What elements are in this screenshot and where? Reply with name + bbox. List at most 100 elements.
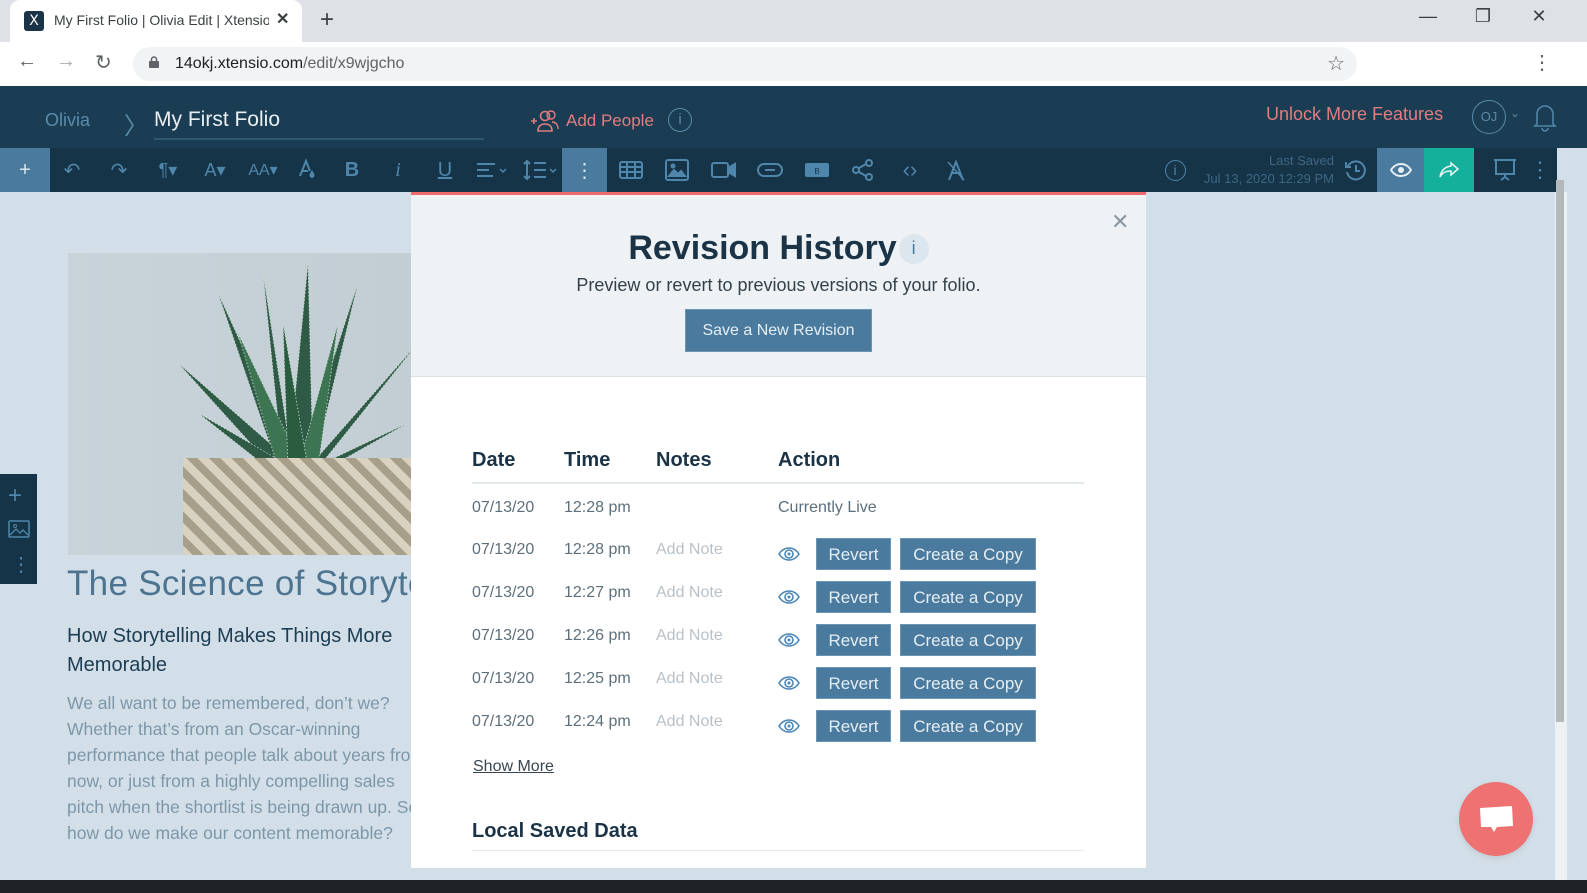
- local-saved-data-heading: Local Saved Data: [472, 820, 638, 842]
- preview-eye-icon[interactable]: [778, 716, 800, 736]
- url-input[interactable]: 14okj.xtensio.com/edit/x9wjgcho ☆: [133, 47, 1357, 81]
- info-icon[interactable]: i: [898, 234, 929, 264]
- more-options-button[interactable]: ⋮: [562, 148, 607, 192]
- revert-button[interactable]: Revert: [816, 624, 891, 656]
- preview-eye-icon[interactable]: [778, 630, 800, 650]
- add-section-icon[interactable]: +: [8, 482, 22, 510]
- revision-history-button[interactable]: [1336, 148, 1376, 192]
- modal-description: Preview or revert to previous versions o…: [576, 275, 981, 295]
- revert-button[interactable]: Revert: [816, 538, 891, 570]
- embed-code-button[interactable]: ‹›: [890, 148, 930, 192]
- preview-eye-icon[interactable]: [778, 587, 800, 607]
- create-copy-button[interactable]: Create a Copy: [900, 538, 1036, 570]
- underline-button[interactable]: U: [425, 148, 465, 192]
- add-note-input[interactable]: Add Note: [656, 541, 723, 559]
- create-copy-button[interactable]: Create a Copy: [900, 667, 1036, 699]
- save-new-revision-button[interactable]: Save a New Revision: [685, 309, 872, 352]
- add-note-input[interactable]: Add Note: [656, 627, 723, 645]
- table-row: 07/13/20 12:27 pm Add Note Revert Create…: [472, 581, 1084, 621]
- insert-table-button[interactable]: [611, 148, 651, 192]
- line-spacing-dropdown[interactable]: [518, 148, 562, 192]
- breadcrumb-user[interactable]: Olivia: [45, 110, 90, 131]
- toolbar-overflow-button[interactable]: ⋮: [1520, 148, 1560, 192]
- minimize-window-button[interactable]: —: [1408, 6, 1448, 27]
- share-nodes-icon: [852, 159, 873, 181]
- modal-header: ✕ Revision History i Preview or revert to…: [411, 195, 1146, 377]
- preview-eye-icon[interactable]: [778, 673, 800, 693]
- redo-button[interactable]: ↷: [99, 148, 139, 192]
- row-date: 07/13/20: [472, 584, 535, 601]
- insert-image-button[interactable]: [657, 148, 697, 192]
- revert-button[interactable]: Revert: [816, 581, 891, 613]
- article-subtitle[interactable]: How Storytelling Makes Things More Memor…: [67, 622, 417, 680]
- user-avatar[interactable]: OJ: [1472, 100, 1506, 134]
- toolbar-info-button[interactable]: i: [1155, 148, 1195, 192]
- close-window-button[interactable]: ✕: [1519, 6, 1559, 27]
- page-scrollbar-thumb[interactable]: [1556, 180, 1564, 722]
- add-note-input[interactable]: Add Note: [656, 670, 723, 688]
- create-copy-button[interactable]: Create a Copy: [900, 581, 1036, 613]
- show-more-link[interactable]: Show More: [473, 758, 554, 776]
- unlock-features-link[interactable]: Unlock More Features: [1266, 104, 1443, 125]
- reload-button[interactable]: ↻: [95, 50, 112, 75]
- chat-widget-button[interactable]: [1459, 782, 1533, 856]
- undo-button[interactable]: ↶: [52, 148, 92, 192]
- create-copy-button[interactable]: Create a Copy: [900, 624, 1036, 656]
- tab-title: My First Folio | Olivia Edit | Xtensio: [54, 12, 269, 28]
- share-arrow-icon: [1439, 161, 1460, 178]
- revert-button[interactable]: Revert: [816, 667, 891, 699]
- add-note-input[interactable]: Add Note: [656, 713, 723, 731]
- table-row: 07/13/20 12:26 pm Add Note Revert Create…: [472, 624, 1084, 664]
- notification-bell-icon[interactable]: [1533, 102, 1557, 132]
- browser-tab[interactable]: X My First Folio | Olivia Edit | Xtensio…: [10, 0, 302, 42]
- italic-button[interactable]: i: [378, 148, 418, 192]
- browser-menu-icon[interactable]: ⋮: [1532, 50, 1552, 75]
- back-button[interactable]: ←: [17, 50, 37, 73]
- folio-title-input[interactable]: My First Folio: [154, 108, 484, 140]
- insert-video-button[interactable]: [704, 148, 744, 192]
- table-row: 07/13/20 12:24 pm Add Note Revert Create…: [472, 710, 1084, 750]
- chevron-down-icon[interactable]: ⌄: [1510, 106, 1520, 120]
- new-tab-button[interactable]: +: [320, 6, 334, 34]
- share-button[interactable]: [843, 148, 883, 192]
- text-color-button[interactable]: [287, 148, 327, 192]
- text-color-icon: [299, 158, 315, 179]
- app-header: Olivia 〉 My First Folio Add People i Unl…: [0, 86, 1587, 148]
- restore-window-button[interactable]: ❐: [1463, 6, 1503, 27]
- article-body[interactable]: We all want to be remembered, don’t we? …: [67, 690, 427, 846]
- paragraph-style-dropdown[interactable]: ¶▾: [148, 148, 188, 192]
- revert-button[interactable]: Revert: [816, 710, 891, 742]
- image-icon[interactable]: [8, 520, 30, 538]
- share-folio-button[interactable]: [1424, 148, 1474, 192]
- font-dropdown[interactable]: A▾: [195, 148, 235, 192]
- insert-link-button[interactable]: [750, 148, 790, 192]
- bookmark-star-icon[interactable]: ☆: [1327, 51, 1345, 76]
- more-options-icon[interactable]: ⋮: [11, 552, 31, 577]
- image-icon: [665, 159, 689, 181]
- clear-formatting-button[interactable]: [936, 148, 976, 192]
- currently-live-status: Currently Live: [778, 499, 877, 516]
- add-people-button[interactable]: Add People: [530, 109, 654, 133]
- add-note-input[interactable]: Add Note: [656, 584, 723, 602]
- button-block-icon: B: [805, 163, 829, 177]
- forward-button[interactable]: →: [56, 50, 76, 73]
- bold-button[interactable]: B: [332, 148, 372, 192]
- align-dropdown[interactable]: [470, 148, 514, 192]
- column-header-time: Time: [564, 449, 611, 471]
- close-tab-icon[interactable]: ✕: [276, 9, 289, 29]
- row-date: 07/13/20: [472, 499, 535, 516]
- insert-button-block[interactable]: B: [797, 148, 837, 192]
- breadcrumb-chevron-icon: 〉: [124, 113, 148, 140]
- side-dock: + ⋮: [0, 474, 37, 584]
- succulent-hero-image: [68, 253, 413, 555]
- add-block-button[interactable]: +: [0, 148, 50, 192]
- row-time: 12:27 pm: [564, 584, 631, 601]
- preview-eye-icon[interactable]: [778, 544, 800, 564]
- row-time: 12:28 pm: [564, 541, 631, 558]
- present-button[interactable]: [1485, 148, 1525, 192]
- preview-button[interactable]: [1377, 148, 1424, 192]
- info-icon[interactable]: i: [668, 108, 692, 132]
- create-copy-button[interactable]: Create a Copy: [900, 710, 1036, 742]
- font-size-dropdown[interactable]: AA▾: [240, 148, 286, 192]
- patterned-pot-graphic: [183, 458, 413, 555]
